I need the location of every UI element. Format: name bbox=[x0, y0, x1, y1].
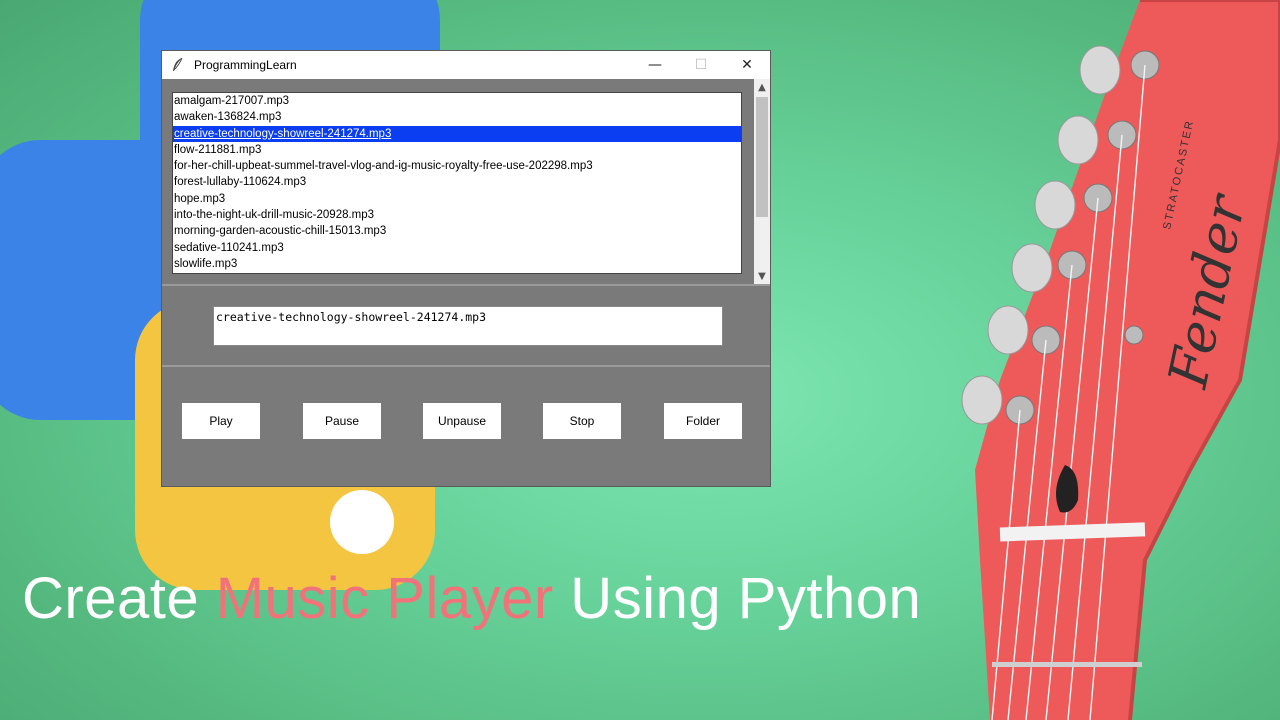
playlist-item[interactable]: slowlife.mp3 bbox=[173, 256, 741, 272]
music-player-window: ProgrammingLearn — ☐ ✕ amalgam-217007.mp… bbox=[161, 50, 771, 487]
now-playing-field[interactable]: creative-technology-showreel-241274.mp3 bbox=[213, 306, 723, 346]
divider bbox=[162, 365, 770, 367]
feather-icon bbox=[173, 57, 183, 71]
stop-button[interactable]: Stop bbox=[543, 403, 621, 439]
playlist-item[interactable]: amalgam-217007.mp3 bbox=[173, 93, 741, 109]
scroll-down-icon[interactable]: ▼ bbox=[754, 268, 770, 284]
divider bbox=[162, 284, 770, 286]
close-button[interactable]: ✕ bbox=[724, 51, 770, 79]
minimize-button[interactable]: — bbox=[632, 51, 678, 79]
unpause-button[interactable]: Unpause bbox=[423, 403, 501, 439]
playlist-item[interactable]: sedative-110241.mp3 bbox=[173, 240, 741, 256]
playlist-item[interactable]: creative-technology-showreel-241274.mp3 bbox=[173, 125, 741, 142]
pause-button[interactable]: Pause bbox=[303, 403, 381, 439]
video-caption: Create Music Player Using Python bbox=[22, 565, 921, 632]
maximize-button[interactable]: ☐ bbox=[678, 51, 724, 79]
scroll-up-icon[interactable]: ▲ bbox=[754, 79, 770, 95]
playlist-item[interactable]: awaken-136824.mp3 bbox=[173, 109, 741, 125]
scroll-thumb[interactable] bbox=[756, 97, 768, 217]
playlist-item[interactable]: flow-211881.mp3 bbox=[173, 142, 741, 158]
playlist-panel: amalgam-217007.mp3 awaken-136824.mp3 creat… bbox=[162, 79, 770, 284]
playlist-item[interactable]: into-the-night-uk-drill-music-20928.mp3 bbox=[173, 207, 741, 223]
playlist-listbox[interactable]: amalgam-217007.mp3 awaken-136824.mp3 creat… bbox=[172, 92, 742, 274]
caption-accent: Music Player bbox=[215, 566, 554, 631]
caption-part1: Create bbox=[22, 566, 216, 631]
window-title: ProgrammingLearn bbox=[194, 58, 297, 72]
play-button[interactable]: Play bbox=[182, 403, 260, 439]
guitar-headstock-image: Fender STRATOCASTER bbox=[961, 0, 1280, 720]
playlist-item[interactable]: morning-garden-acoustic-chill-15013.mp3 bbox=[173, 223, 741, 239]
title-bar[interactable]: ProgrammingLearn — ☐ ✕ bbox=[162, 51, 770, 79]
playlist-item[interactable]: hope.mp3 bbox=[173, 191, 741, 207]
playlist-scrollbar[interactable]: ▲ ▼ bbox=[754, 79, 770, 284]
playlist-item[interactable]: for-her-chill-upbeat-summel-travel-vlog-… bbox=[173, 158, 741, 174]
caption-part2: Using Python bbox=[553, 566, 922, 631]
python-logo-eye bbox=[330, 490, 394, 554]
folder-button[interactable]: Folder bbox=[664, 403, 742, 439]
playlist-item[interactable]: forest-lullaby-110624.mp3 bbox=[173, 174, 741, 190]
